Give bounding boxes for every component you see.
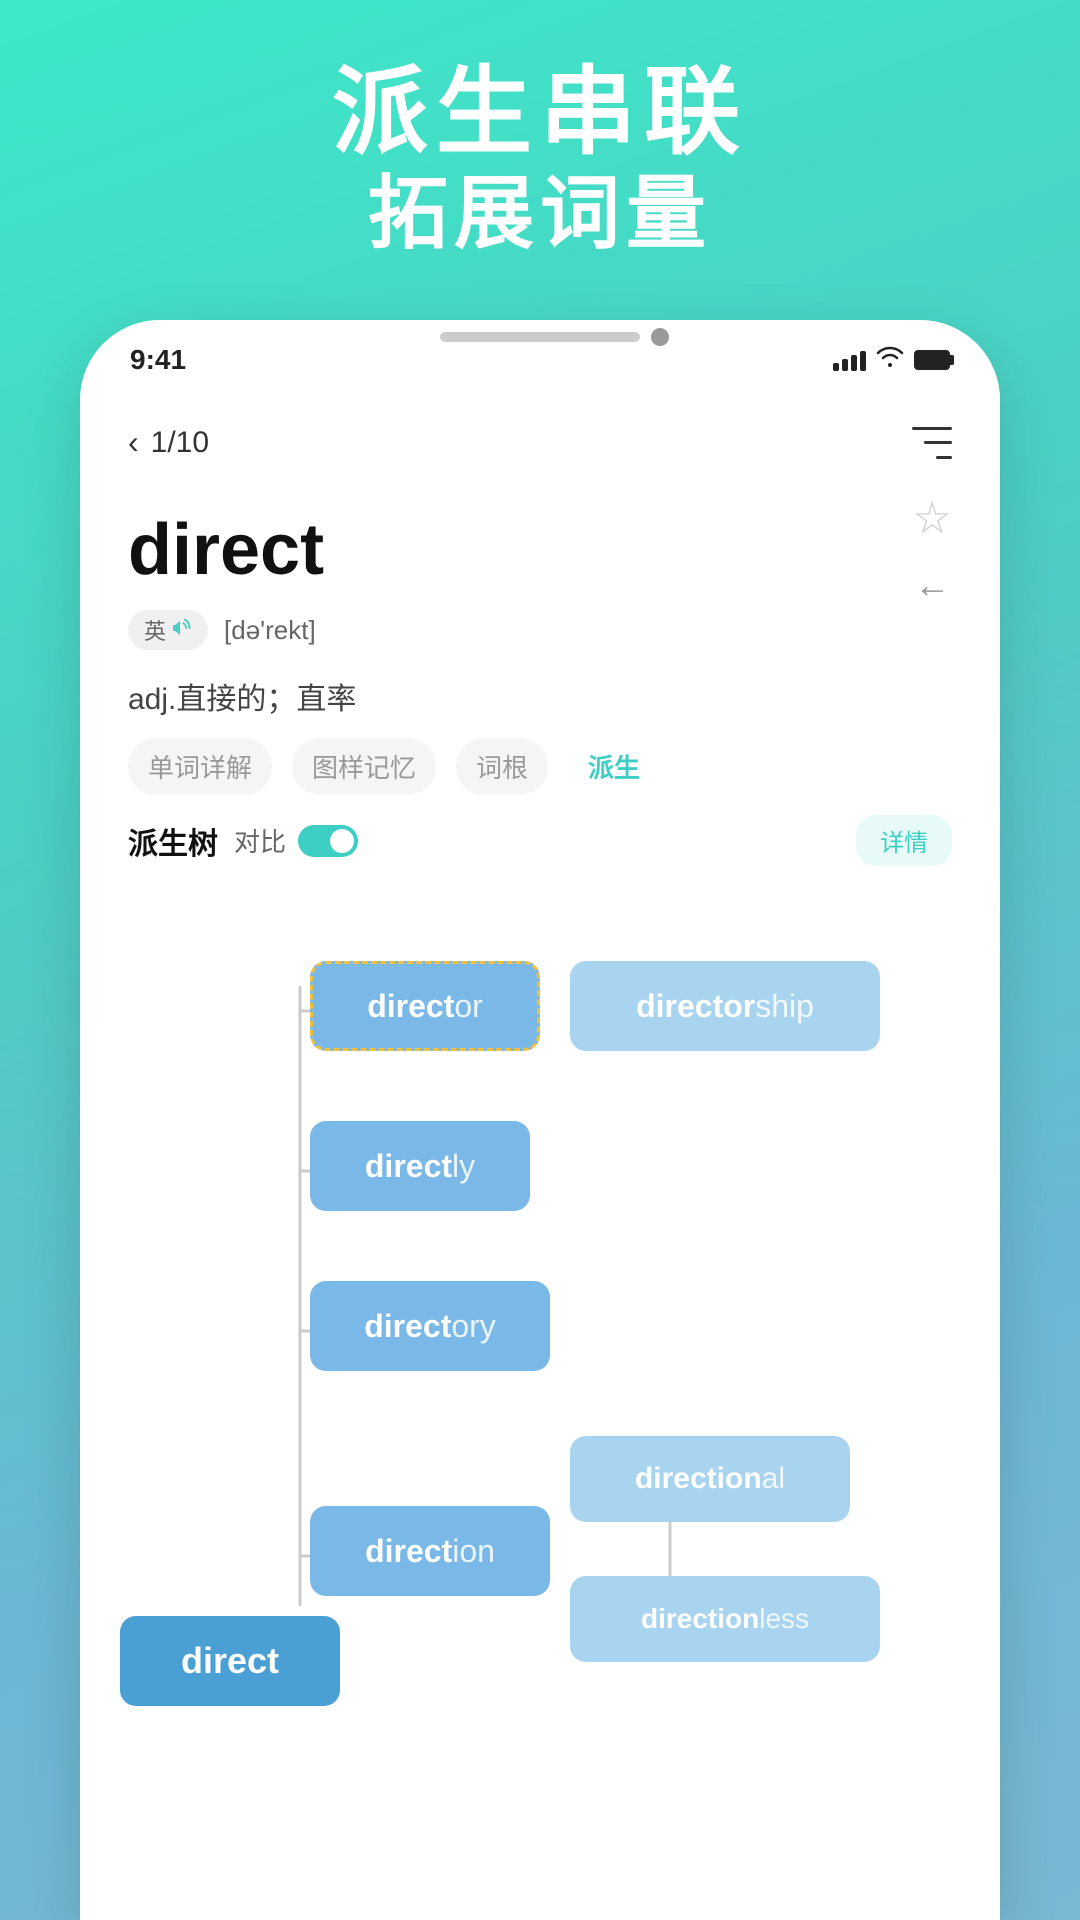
pronunciation-row: 英 [də'rekt]	[128, 610, 952, 650]
page-counter: 1/10	[151, 426, 209, 460]
tab-word-detail[interactable]: 单词详解	[128, 738, 272, 795]
detail-button[interactable]: 详情	[856, 815, 952, 866]
word-header: direct ☆ ← 英 [də're	[80, 477, 1000, 658]
tree-label: 派生树	[128, 819, 218, 863]
node-directional[interactable]: directional	[570, 1436, 850, 1522]
phonetic-text: [də'rekt]	[224, 615, 316, 646]
language-label: 英	[144, 614, 166, 646]
app-content: ‹ 1/10 direct ☆ ← 英	[80, 400, 1000, 1920]
header-line1: 派生串联	[0, 60, 1080, 166]
nav-left: ‹ 1/10	[128, 424, 209, 461]
header-line2: 拓展词量	[0, 166, 1080, 262]
top-navigation: ‹ 1/10	[80, 400, 1000, 477]
signal-icon	[833, 349, 866, 371]
node-directionless[interactable]: directionless	[570, 1576, 880, 1662]
node-direct[interactable]: direct	[120, 1616, 340, 1706]
filter-icon[interactable]	[912, 427, 952, 459]
compare-toggle[interactable]	[298, 825, 358, 857]
node-directly[interactable]: directly	[310, 1121, 530, 1211]
status-icons	[833, 346, 950, 374]
battery-icon	[914, 350, 950, 370]
word-main-row: direct ☆ ←	[128, 493, 952, 606]
phone-frame: 9:41 ‹ 1/10	[80, 320, 1000, 1920]
word-title: direct	[128, 509, 324, 591]
compare-label: 对比	[234, 822, 286, 859]
wifi-icon	[876, 346, 904, 374]
back-arrow-icon[interactable]: ←	[914, 564, 950, 606]
derivative-tree: direct director directorship directly di…	[80, 866, 1000, 1766]
word-definition: adj.直接的；直率	[80, 674, 1000, 718]
tab-derivative[interactable]: 派生	[568, 738, 660, 795]
status-bar: 9:41	[80, 320, 1000, 400]
bookmark-star-icon[interactable]: ☆	[913, 493, 952, 544]
sound-icon[interactable]	[172, 617, 192, 643]
clock: 9:41	[130, 344, 186, 376]
node-director-root: direct	[367, 988, 454, 1025]
tab-root[interactable]: 词根	[456, 738, 548, 795]
language-badge[interactable]: 英	[128, 610, 208, 650]
node-director[interactable]: director	[310, 961, 540, 1051]
header-section: 派生串联 拓展词量	[0, 60, 1080, 262]
node-directory[interactable]: directory	[310, 1281, 550, 1371]
tabs-bar: 单词详解 图样记忆 词根 派生	[80, 718, 1000, 795]
tree-header: 派生树 对比 详情	[80, 795, 1000, 866]
node-direction[interactable]: direction	[310, 1506, 550, 1596]
back-chevron-icon[interactable]: ‹	[128, 424, 139, 461]
node-directorship[interactable]: directorship	[570, 961, 880, 1051]
tab-image-memory[interactable]: 图样记忆	[292, 738, 436, 795]
